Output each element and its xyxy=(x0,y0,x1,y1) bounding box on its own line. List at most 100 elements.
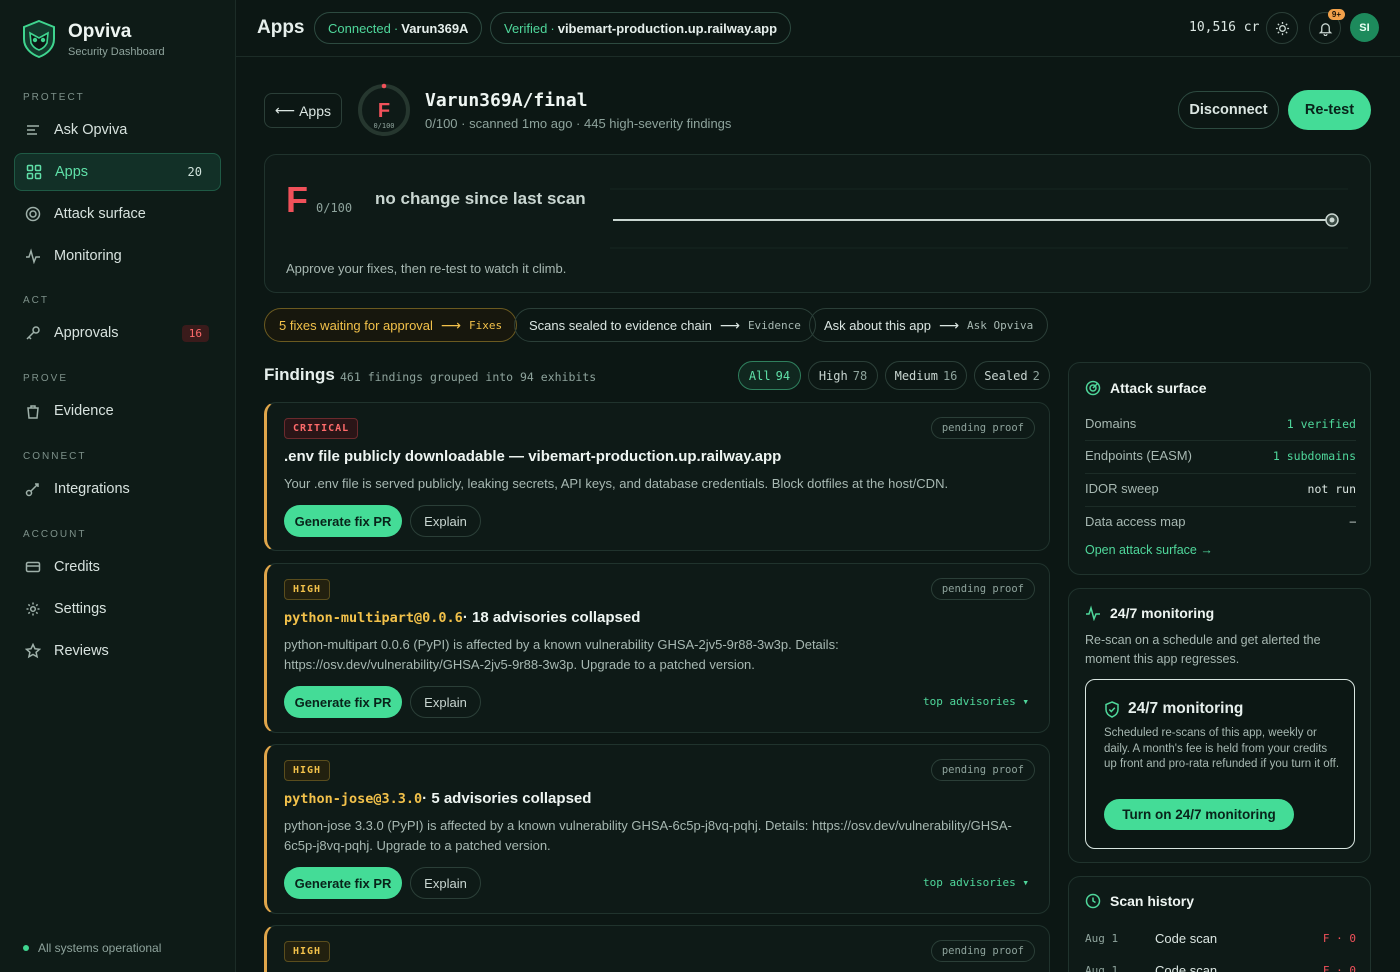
nav-section-prove: PROVE xyxy=(23,373,69,384)
target-icon xyxy=(25,206,41,222)
sidebar-item-approvals[interactable]: Approvals 16 xyxy=(14,314,221,352)
row-label: Domains xyxy=(1085,416,1137,431)
owl-shield-logo-icon xyxy=(23,20,55,58)
scan-history-title: Scan history xyxy=(1110,893,1195,909)
filter-medium[interactable]: Medium 16 xyxy=(885,361,967,390)
user-avatar[interactable]: SI xyxy=(1350,13,1379,42)
scan-score: F · 0 xyxy=(1322,964,1356,972)
chip-target: Fixes xyxy=(469,318,503,332)
proof-status-badge: pending proof xyxy=(930,759,1035,781)
system-status: All systems operational xyxy=(23,941,161,955)
bell-icon xyxy=(1318,22,1332,36)
arrow-right-icon: ⟶ xyxy=(719,316,740,333)
panel-title: Scan history xyxy=(1085,893,1194,909)
explain-button[interactable]: Explain xyxy=(410,867,481,899)
nav-section-protect: PROTECT xyxy=(23,92,85,103)
back-to-apps-button[interactable]: ⟵ Apps xyxy=(264,93,342,128)
scan-history-row[interactable]: Aug 1 Code scan F · 0 xyxy=(1085,963,1356,972)
filter-count: 94 xyxy=(775,368,791,383)
grade-ring: F 0/100 xyxy=(358,83,410,136)
sidebar-item-evidence[interactable]: Evidence xyxy=(14,392,221,430)
credits-balance[interactable]: 10,516 cr xyxy=(1189,20,1259,35)
lines-icon xyxy=(27,125,39,135)
sidebar-item-integrations[interactable]: Integrations xyxy=(14,470,221,508)
filter-all[interactable]: All 94 xyxy=(738,361,801,390)
generate-fix-pr-button[interactable]: Generate fix PR xyxy=(284,505,402,537)
top-advisories-toggle[interactable]: top advisories ▾ xyxy=(923,876,1029,889)
finding-description: python-multipart 0.0.6 (PyPI) is affecte… xyxy=(284,637,839,672)
brand[interactable]: Opviva Security Dashboard xyxy=(22,20,165,58)
retest-button[interactable]: Re-test xyxy=(1288,90,1371,130)
explain-button[interactable]: Explain xyxy=(410,686,481,718)
turn-on-monitoring-button[interactable]: Turn on 24/7 monitoring xyxy=(1104,799,1294,830)
finding-title-text: · 5 advisories collapsed xyxy=(422,790,592,807)
brand-subtitle: Security Dashboard xyxy=(68,45,165,58)
chip-label: Ask about this app xyxy=(824,317,931,333)
sidebar-item-credits[interactable]: Credits xyxy=(14,548,221,586)
sidebar-item-label: Evidence xyxy=(54,403,114,419)
sidebar-item-label: Monitoring xyxy=(54,248,122,264)
system-status-text: All systems operational xyxy=(38,941,162,955)
attack-row-data-access: Data access map – xyxy=(1085,514,1356,529)
grade-ring-marker xyxy=(381,83,387,89)
back-label: Apps xyxy=(299,102,331,119)
finding-card[interactable]: CRITICAL pending proof .env file publicl… xyxy=(264,402,1050,551)
score-card: F 0/100 no change since last scan Approv… xyxy=(264,154,1371,293)
proof-status-badge: pending proof xyxy=(930,578,1035,600)
separator: · xyxy=(550,20,555,36)
monitoring-description: Re-scan on a schedule and get alerted th… xyxy=(1085,633,1321,666)
score-value: 0/100 xyxy=(316,201,353,215)
severity-badge: HIGH xyxy=(284,760,331,781)
grade-letter: F xyxy=(378,100,390,122)
finding-title: python-jose@3.3.0· 5 advisories collapse… xyxy=(284,790,591,807)
finding-card[interactable]: HIGH pending proof python-jose@3.3.0· 5 … xyxy=(264,744,1050,914)
finding-card[interactable]: HIGH pending proof python-multipart@0.0.… xyxy=(264,563,1050,733)
generate-fix-pr-button[interactable]: Generate fix PR xyxy=(284,686,402,718)
sidebar-item-apps[interactable]: Apps 20 xyxy=(14,153,221,191)
generate-fix-pr-button[interactable]: Generate fix PR xyxy=(284,867,402,899)
sidebar-item-settings[interactable]: Settings xyxy=(14,590,221,628)
sidebar-item-attack-surface[interactable]: Attack surface xyxy=(14,195,221,233)
plug-icon xyxy=(25,483,39,497)
finding-title-text: · 18 advisories collapsed xyxy=(462,609,641,626)
nav-section-act: ACT xyxy=(23,295,49,306)
verified-domain: vibemart-production.up.railway.app xyxy=(557,20,778,36)
sidebar-item-ask-opviva[interactable]: Ask Opviva xyxy=(14,111,221,149)
finding-card[interactable]: HIGH pending proof xyxy=(264,925,1050,972)
scan-history-row[interactable]: Aug 1 Code scan F · 0 xyxy=(1085,931,1356,946)
chip-label: 5 fixes waiting for approval xyxy=(279,317,433,333)
sidebar-item-monitoring[interactable]: Monitoring xyxy=(14,237,221,275)
fixes-waiting-chip[interactable]: 5 fixes waiting for approval ⟶ Fixes xyxy=(264,308,518,342)
severity-badge: HIGH xyxy=(284,941,331,962)
notifications-button[interactable]: 9+ xyxy=(1309,9,1345,44)
filter-sealed[interactable]: Sealed 2 xyxy=(974,361,1050,390)
radar-icon xyxy=(1085,380,1101,396)
ask-chip[interactable]: Ask about this app ⟶ Ask Opviva xyxy=(809,308,1049,342)
sidebar-item-label: Ask Opviva xyxy=(54,122,128,138)
disconnect-button[interactable]: Disconnect xyxy=(1178,91,1279,129)
open-attack-surface-link[interactable]: Open attack surface → xyxy=(1085,543,1213,557)
proof-status-badge: pending proof xyxy=(930,940,1035,962)
sidebar-item-reviews[interactable]: Reviews xyxy=(14,632,221,670)
verified-pill[interactable]: Verified · vibemart-production.up.railway… xyxy=(490,12,792,44)
monitoring-box-title: 24/7 monitoring xyxy=(1104,700,1243,718)
top-advisories-toggle[interactable]: top advisories ▾ xyxy=(923,695,1029,708)
monitoring-panel: 24/7 monitoring Re-scan on a schedule an… xyxy=(1068,588,1371,863)
score-grade: F xyxy=(286,179,308,220)
theme-toggle-button[interactable] xyxy=(1266,12,1298,44)
explain-button[interactable]: Explain xyxy=(410,505,481,537)
findings-title: Findings xyxy=(264,365,335,384)
evidence-chip[interactable]: Scans sealed to evidence chain ⟶ Evidenc… xyxy=(514,308,816,342)
scan-score: F · 0 xyxy=(1322,932,1356,945)
panel-title: 24/7 monitoring xyxy=(1085,605,1214,621)
attack-row-endpoints: Endpoints (EASM) 1 subdomains xyxy=(1085,448,1356,463)
scan-date: Aug 1 xyxy=(1085,964,1119,972)
monitoring-offer-box: 24/7 monitoring Scheduled re-scans of th… xyxy=(1085,679,1355,849)
divider xyxy=(1085,440,1356,441)
shield-check-icon xyxy=(1105,700,1119,718)
monitoring-box-title-text: 24/7 monitoring xyxy=(1128,700,1244,717)
connected-pill[interactable]: Connected · Varun369A xyxy=(314,12,483,44)
bag-icon xyxy=(27,405,39,419)
nav-section-account: ACCOUNT xyxy=(23,529,87,540)
filter-high[interactable]: High 78 xyxy=(808,361,878,390)
